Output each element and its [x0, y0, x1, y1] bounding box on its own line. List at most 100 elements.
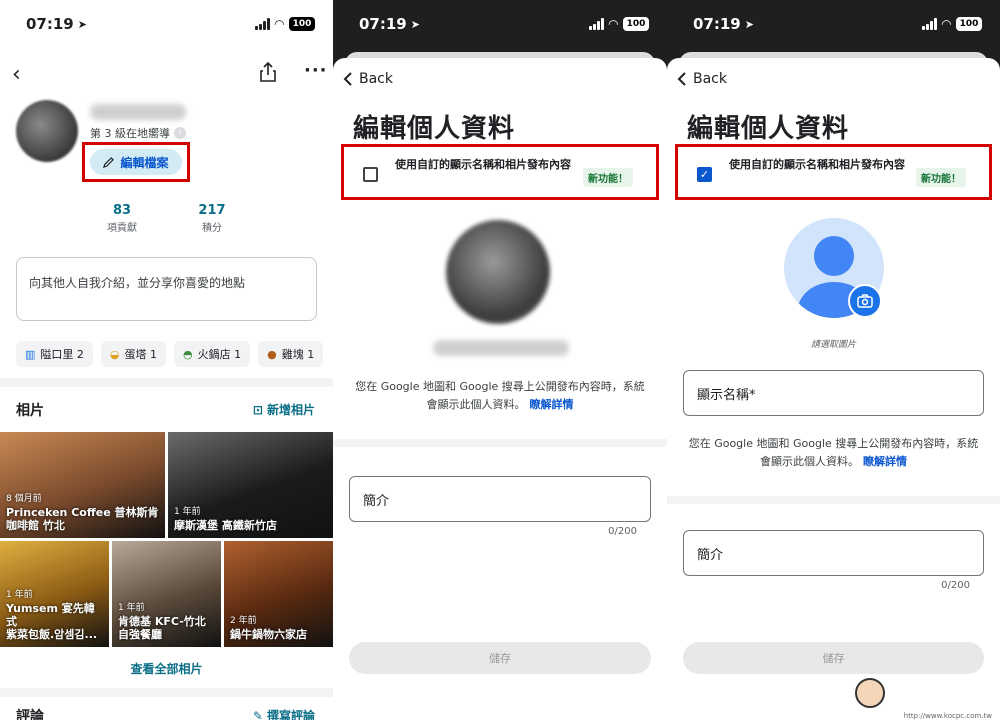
- bio-char-counter: 0/200: [608, 526, 637, 537]
- photo-tile[interactable]: 1 年前 肯德基 KFC-竹北 自強餐廳: [112, 541, 221, 647]
- wifi-icon: ◠: [941, 17, 951, 31]
- location-arrow-icon: ➤: [744, 17, 754, 31]
- building-icon: ▥: [25, 347, 36, 361]
- mascot-icon: [855, 678, 885, 708]
- battery-icon: 100: [623, 17, 649, 31]
- signal-icon: [921, 18, 937, 30]
- back-label: Back: [693, 71, 727, 87]
- save-button[interactable]: 儲存: [683, 642, 984, 674]
- stat-points[interactable]: 217 積分: [190, 203, 234, 234]
- blurred-user-name: [433, 340, 569, 356]
- section-divider: [333, 439, 667, 447]
- photo-place-2: 咖啡館 竹北: [6, 519, 65, 532]
- pick-photo-label: 請選取圖片: [810, 340, 856, 350]
- save-button[interactable]: 儲存: [349, 642, 651, 674]
- photo-tile[interactable]: 8 個月前 Princeken Coffee 普林斯肯 咖啡館 竹北: [0, 432, 165, 538]
- stat-contributions[interactable]: 83 項貢獻: [100, 203, 144, 234]
- highlight-box: [82, 142, 190, 182]
- add-photo-label: 新增相片: [266, 403, 315, 417]
- visibility-notice: 您在 Google 地圖和 Google 搜尋上公開發布內容時，系統會顯示此個人…: [685, 435, 982, 471]
- chevron-left-icon: [677, 72, 686, 86]
- bio-input[interactable]: 簡介: [349, 476, 651, 522]
- edit-profile-custom-screen: 07:19 ➤ ◠ 100 Back 編輯個人資料 ✓ 使用自訂的顯示名稱和相片發…: [667, 0, 1000, 720]
- stat-number: 217: [198, 203, 226, 218]
- chevron-left-icon: [343, 72, 352, 86]
- highlight-box: [675, 144, 992, 200]
- status-bar: 07:19 ➤ ◠ 100: [0, 0, 333, 48]
- bio-char-counter: 0/200: [941, 580, 970, 591]
- wifi-icon: ◠: [608, 17, 618, 31]
- section-divider: [667, 496, 1000, 504]
- edit-profile-sheet: Back 編輯個人資料 使用自訂的顯示名稱和相片發布內容 新功能！ 您在 Goo…: [333, 58, 667, 720]
- add-photo-button[interactable]: ⊡ 新增相片: [253, 401, 315, 418]
- battery-icon: 100: [956, 17, 982, 31]
- stat-label: 積分: [202, 223, 222, 234]
- chip[interactable]: ◓ 火鍋店 1: [174, 341, 251, 367]
- signal-icon: [588, 18, 604, 30]
- section-divider: [0, 688, 333, 697]
- blurred-user-name: [90, 104, 186, 120]
- location-arrow-icon: ➤: [410, 17, 420, 31]
- change-photo-button[interactable]: [848, 284, 882, 318]
- avatar: [446, 220, 550, 324]
- chicken-leg-icon: ●: [267, 347, 277, 361]
- back-button[interactable]: Back: [677, 71, 727, 87]
- view-all-photos-link[interactable]: 查看全部相片: [0, 660, 333, 677]
- watermark-url: http://www.kocpc.com.tw: [903, 712, 992, 720]
- edit-profile-screen: 07:19 ➤ ◠ 100 Back 編輯個人資料 使用自訂的顯示名稱和相片發布內…: [333, 0, 667, 720]
- photo-age: 1 年前: [174, 507, 201, 517]
- edit-note-icon: ✎: [252, 708, 263, 720]
- chip-label: 隘口里 2: [40, 348, 84, 361]
- photo-place: 摩斯漢堡 高鐵新竹店: [174, 519, 277, 532]
- highlight-box: [341, 144, 659, 200]
- status-time: 07:19: [26, 15, 74, 33]
- photo-age: 8 個月前: [6, 494, 42, 504]
- local-guide-level[interactable]: 第 3 級在地嚮導 ›: [90, 125, 186, 141]
- photo-place: Princeken Coffee 普林斯肯: [6, 506, 159, 519]
- photo-place-2: 紫菜包飯.암셈김...: [6, 628, 98, 641]
- write-review-button[interactable]: ✎ 撰寫評論: [253, 707, 315, 720]
- avatar[interactable]: [16, 100, 78, 162]
- learn-more-link[interactable]: 瞭解詳情: [530, 398, 574, 411]
- notice-text: 您在 Google 地圖和 Google 搜尋上公開發布內容時，系統會顯示此個人…: [688, 437, 979, 468]
- wifi-icon: ◠: [274, 17, 284, 31]
- back-chevron-icon[interactable]: ‹: [12, 62, 21, 87]
- camera-add-icon: ⊡: [252, 402, 263, 417]
- chip-row: ▥ 隘口里 2 ◒ 蛋塔 1 ◓ 火鍋店 1 ● 雞塊 1: [16, 341, 324, 367]
- status-bar: 07:19 ➤ ◠ 100: [333, 0, 667, 48]
- stat-label: 項貢獻: [107, 223, 137, 234]
- section-divider: [0, 378, 333, 387]
- signal-icon: [254, 18, 270, 30]
- photo-tile[interactable]: 2 年前 鍋牛鍋物六家店: [224, 541, 333, 647]
- back-button[interactable]: Back: [343, 71, 393, 87]
- chip[interactable]: ● 雞塊 1: [258, 341, 324, 367]
- chip[interactable]: ◒ 蛋塔 1: [100, 341, 167, 367]
- back-label: Back: [359, 71, 393, 87]
- photo-age: 1 年前: [118, 603, 145, 613]
- share-icon[interactable]: [260, 61, 276, 86]
- photo-place-2: 自強餐廳: [118, 628, 162, 641]
- display-name-input[interactable]: 顯示名稱*: [683, 370, 984, 416]
- chevron-right-icon: ›: [174, 127, 186, 139]
- edit-profile-sheet: Back 編輯個人資料 ✓ 使用自訂的顯示名稱和相片發布內容 新功能！ 請選取圖…: [667, 58, 1000, 720]
- status-time: 07:19: [359, 15, 407, 33]
- watermark-text: 電腦王阿達: [889, 682, 994, 707]
- page-title: 編輯個人資料: [687, 114, 850, 144]
- chip-label: 蛋塔 1: [124, 348, 158, 361]
- reviews-title: 評論: [16, 709, 44, 720]
- location-arrow-icon: ➤: [77, 17, 87, 31]
- battery-icon: 100: [289, 17, 315, 31]
- bio-input[interactable]: 簡介: [683, 530, 984, 576]
- chip-label: 火鍋店 1: [197, 348, 242, 361]
- learn-more-link[interactable]: 瞭解詳情: [863, 455, 907, 468]
- photo-tile[interactable]: 1 年前摩斯漢堡 高鐵新竹店: [168, 432, 333, 538]
- photo-place: Yumsem 宴先韓式: [6, 602, 95, 628]
- write-review-label: 撰寫評論: [266, 709, 315, 720]
- chip[interactable]: ▥ 隘口里 2: [16, 341, 93, 367]
- intro-input[interactable]: 向其他人自我介紹，並分享你喜愛的地點: [16, 257, 317, 321]
- watermark-logo: 電腦王阿達: [855, 678, 994, 708]
- visibility-notice: 您在 Google 地圖和 Google 搜尋上公開發布內容時，系統會顯示此個人…: [351, 378, 649, 414]
- photo-tile[interactable]: 1 年前 Yumsem 宴先韓式 紫菜包飯.암셈김...: [0, 541, 109, 647]
- more-options-icon[interactable]: ···: [304, 60, 328, 81]
- tart-icon: ◒: [109, 347, 120, 361]
